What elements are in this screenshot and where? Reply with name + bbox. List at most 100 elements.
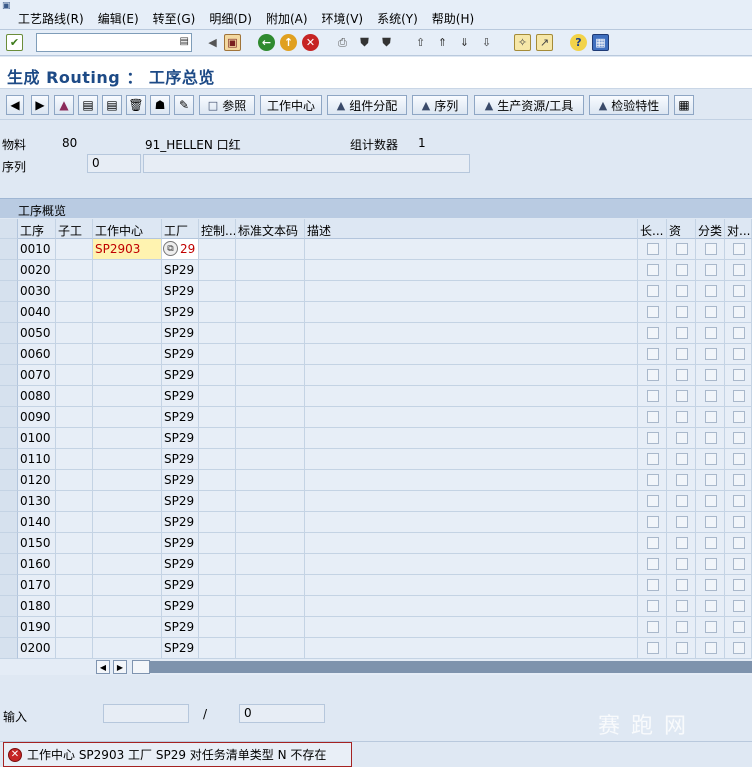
checkbox[interactable] (733, 621, 745, 633)
table-cell[interactable] (305, 575, 638, 596)
checkbox[interactable] (647, 411, 659, 423)
scroll-track[interactable] (150, 661, 752, 673)
checkbox-cell[interactable] (667, 323, 696, 344)
checkbox[interactable] (705, 369, 717, 381)
plant-cell[interactable]: SP29 (162, 344, 199, 365)
checkbox[interactable] (676, 474, 688, 486)
operation-cell[interactable]: 0060 (18, 344, 56, 365)
operation-cell[interactable]: 0130 (18, 491, 56, 512)
table-cell[interactable] (199, 470, 236, 491)
checkbox[interactable] (647, 600, 659, 612)
table-cell[interactable] (199, 533, 236, 554)
operation-cell[interactable]: 0020 (18, 260, 56, 281)
table-cell[interactable] (305, 323, 638, 344)
plant-cell[interactable]: SP29 (162, 365, 199, 386)
table-cell[interactable] (305, 239, 638, 260)
checkbox-cell[interactable] (638, 596, 667, 617)
row-selector[interactable] (0, 596, 18, 617)
table-cell[interactable] (199, 302, 236, 323)
table-cell[interactable] (236, 533, 305, 554)
column-header[interactable]: 描述 (305, 219, 638, 239)
table-cell[interactable] (56, 281, 93, 302)
checkbox-cell[interactable] (725, 596, 752, 617)
row-selector[interactable] (0, 512, 18, 533)
table-cell[interactable] (56, 428, 93, 449)
table-cell[interactable] (199, 260, 236, 281)
checkbox-cell[interactable] (725, 281, 752, 302)
operation-cell[interactable]: 0150 (18, 533, 56, 554)
checkbox[interactable] (705, 306, 717, 318)
next-screen-button[interactable]: ▶ (31, 95, 49, 115)
checkbox-cell[interactable] (725, 260, 752, 281)
header-overview-button[interactable]: ▲ (54, 95, 74, 115)
plant-cell[interactable]: SP29 (162, 302, 199, 323)
checkbox[interactable] (733, 558, 745, 570)
checkbox[interactable] (705, 537, 717, 549)
back-icon[interactable]: ← (258, 34, 275, 51)
checkbox-cell[interactable] (638, 533, 667, 554)
plant-cell[interactable]: SP29 (162, 407, 199, 428)
checkbox-cell[interactable] (667, 491, 696, 512)
checkbox-cell[interactable] (696, 533, 725, 554)
table-cell[interactable] (305, 428, 638, 449)
find-icon[interactable]: ⛊ (356, 34, 373, 51)
table-cell[interactable] (305, 638, 638, 659)
checkbox[interactable] (733, 600, 745, 612)
checkbox-cell[interactable] (667, 239, 696, 260)
operation-cell[interactable]: 0200 (18, 638, 56, 659)
checkbox[interactable] (647, 579, 659, 591)
table-cell[interactable] (236, 260, 305, 281)
checkbox[interactable] (676, 558, 688, 570)
checkbox[interactable] (733, 306, 745, 318)
checkbox[interactable] (733, 474, 745, 486)
checkbox[interactable] (647, 390, 659, 402)
row-selector[interactable] (0, 260, 18, 281)
workcenter-cell[interactable]: SP2903 (93, 239, 162, 260)
checkbox-cell[interactable] (696, 638, 725, 659)
checkbox[interactable] (705, 558, 717, 570)
checkbox-cell[interactable] (667, 281, 696, 302)
checkbox[interactable] (705, 285, 717, 297)
table-cell[interactable] (56, 302, 93, 323)
table-cell[interactable] (199, 596, 236, 617)
checkbox[interactable] (647, 516, 659, 528)
column-header[interactable]: 工厂 (162, 219, 199, 239)
table-cell[interactable] (236, 428, 305, 449)
checkbox[interactable] (676, 432, 688, 444)
checkbox-cell[interactable] (638, 575, 667, 596)
checkbox-cell[interactable] (696, 470, 725, 491)
checkbox-cell[interactable] (667, 407, 696, 428)
edit-button[interactable]: ✎ (174, 95, 194, 115)
operation-cell[interactable]: 0030 (18, 281, 56, 302)
plant-cell[interactable]: SP29 (162, 449, 199, 470)
deselect-button[interactable]: ▤ (102, 95, 122, 115)
checkbox-cell[interactable] (667, 428, 696, 449)
checkbox[interactable] (733, 264, 745, 276)
workcenter-cell[interactable] (93, 386, 162, 407)
table-cell[interactable] (236, 449, 305, 470)
column-header[interactable]: 控制... (199, 219, 236, 239)
checkbox[interactable] (676, 537, 688, 549)
checkbox-cell[interactable] (638, 239, 667, 260)
row-selector[interactable] (0, 407, 18, 428)
checkbox[interactable] (733, 348, 745, 360)
plant-cell[interactable]: SP29 (162, 554, 199, 575)
checkbox[interactable] (733, 327, 745, 339)
checkbox[interactable] (676, 642, 688, 654)
table-cell[interactable] (199, 638, 236, 659)
checkbox[interactable] (733, 243, 745, 255)
table-cell[interactable] (199, 449, 236, 470)
table-cell[interactable] (305, 491, 638, 512)
table-cell[interactable] (199, 428, 236, 449)
operation-cell[interactable]: 0190 (18, 617, 56, 638)
workcenter-cell[interactable] (93, 554, 162, 575)
table-cell[interactable] (305, 365, 638, 386)
table-cell[interactable] (236, 365, 305, 386)
checkbox[interactable] (733, 390, 745, 402)
plant-cell[interactable]: SP29 (162, 281, 199, 302)
table-cell[interactable] (56, 386, 93, 407)
column-header[interactable]: 工序 (18, 219, 56, 239)
checkbox-cell[interactable] (667, 302, 696, 323)
checkbox[interactable] (733, 642, 745, 654)
table-cell[interactable] (305, 470, 638, 491)
